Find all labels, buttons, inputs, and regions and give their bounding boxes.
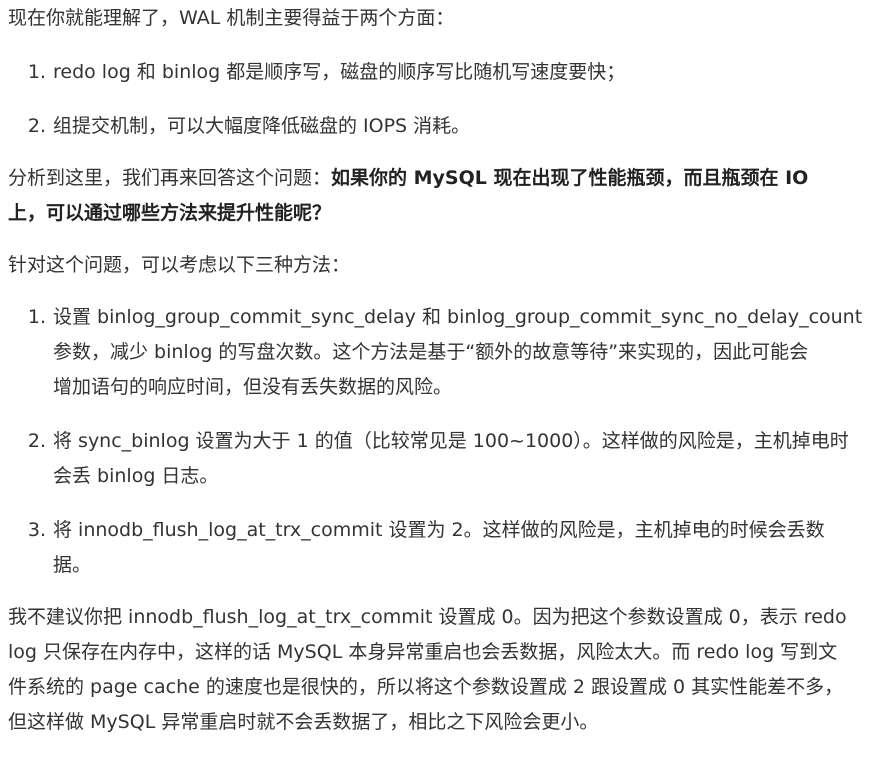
list-item-text: 将 sync_binlog 设置为大于 1 的值（比较常见是 100~1000）…: [46, 424, 881, 494]
conclusion-paragraph: 我不建议你把 innodb_flush_log_at_trx_commit 设置…: [8, 600, 881, 740]
list-item-text: 将 innodb_flush_log_at_trx_commit 设置为 2。这…: [46, 513, 881, 583]
list-number: 3.: [27, 519, 46, 541]
list-number: 2.: [27, 430, 46, 452]
text-line: 增加语句的响应时间，但没有丢失数据的风险。: [53, 376, 453, 398]
list-item-text: 设置 binlog_group_commit_sync_delay 和 binl…: [46, 300, 881, 405]
question-bold-line2: 上，可以通过哪些方法来提升性能呢？: [8, 202, 332, 224]
question-bold-line1: 如果你的 MySQL 现在出现了性能瓶颈，而且瓶颈在 IO: [331, 167, 809, 189]
question-lead: 分析到这里，我们再来回答这个问题：: [8, 167, 332, 189]
benefits-list: 1. redo log 和 binlog 都是顺序写，磁盘的顺序写比随机写速度要…: [8, 55, 881, 144]
list-item-text: 组提交机制，可以大幅度降低磁盘的 IOPS 消耗。: [53, 115, 471, 137]
list-item: 3. 将 innodb_flush_log_at_trx_commit 设置为 …: [8, 513, 881, 583]
intro-paragraph: 现在你就能理解了，WAL 机制主要得益于两个方面：: [8, 7, 455, 29]
list-number: 1.: [27, 306, 46, 328]
text-line: 但这样做 MySQL 异常重启时就不会丢数据了，相比之下风险会更小。: [8, 711, 599, 733]
list-item: 1. 设置 binlog_group_commit_sync_delay 和 b…: [8, 300, 881, 405]
text-line: 参数，减少 binlog 的写盘次数。这个方法是基于“额外的故意等待”来实现的，…: [53, 341, 809, 363]
text-line: 件系统的 page cache 的速度也是很快的，所以将这个参数设置成 2 跟设…: [8, 676, 844, 698]
question-paragraph: 分析到这里，我们再来回答这个问题：如果你的 MySQL 现在出现了性能瓶颈，而且…: [8, 161, 881, 231]
text-line: 将 sync_binlog 设置为大于 1 的值（比较常见是 100~1000）…: [53, 430, 849, 452]
methods-intro: 针对这个问题，可以考虑以下三种方法：: [8, 254, 351, 276]
text-line: 会丢 binlog 日志。: [53, 465, 219, 487]
text-line: 将 innodb_flush_log_at_trx_commit 设置为 2。这…: [53, 519, 825, 541]
list-number: 2.: [27, 115, 46, 137]
list-item: 2. 将 sync_binlog 设置为大于 1 的值（比较常见是 100~10…: [8, 424, 881, 494]
text-line: 据。: [53, 554, 92, 576]
list-item: 2. 组提交机制，可以大幅度降低磁盘的 IOPS 消耗。: [8, 109, 881, 144]
list-item-text: redo log 和 binlog 都是顺序写，磁盘的顺序写比随机写速度要快；: [53, 61, 626, 83]
article-body: 现在你就能理解了，WAL 机制主要得益于两个方面： 1. redo log 和 …: [0, 0, 889, 740]
list-number: 1.: [27, 61, 46, 83]
methods-list: 1. 设置 binlog_group_commit_sync_delay 和 b…: [8, 300, 881, 583]
text-line: log 只保存在内存中，这样的话 MySQL 本身异常重启也会丢数据，风险太大。…: [8, 641, 838, 663]
text-line: 设置 binlog_group_commit_sync_delay 和 binl…: [53, 306, 863, 328]
list-item: 1. redo log 和 binlog 都是顺序写，磁盘的顺序写比随机写速度要…: [8, 55, 881, 90]
text-line: 我不建议你把 innodb_flush_log_at_trx_commit 设置…: [8, 606, 847, 628]
